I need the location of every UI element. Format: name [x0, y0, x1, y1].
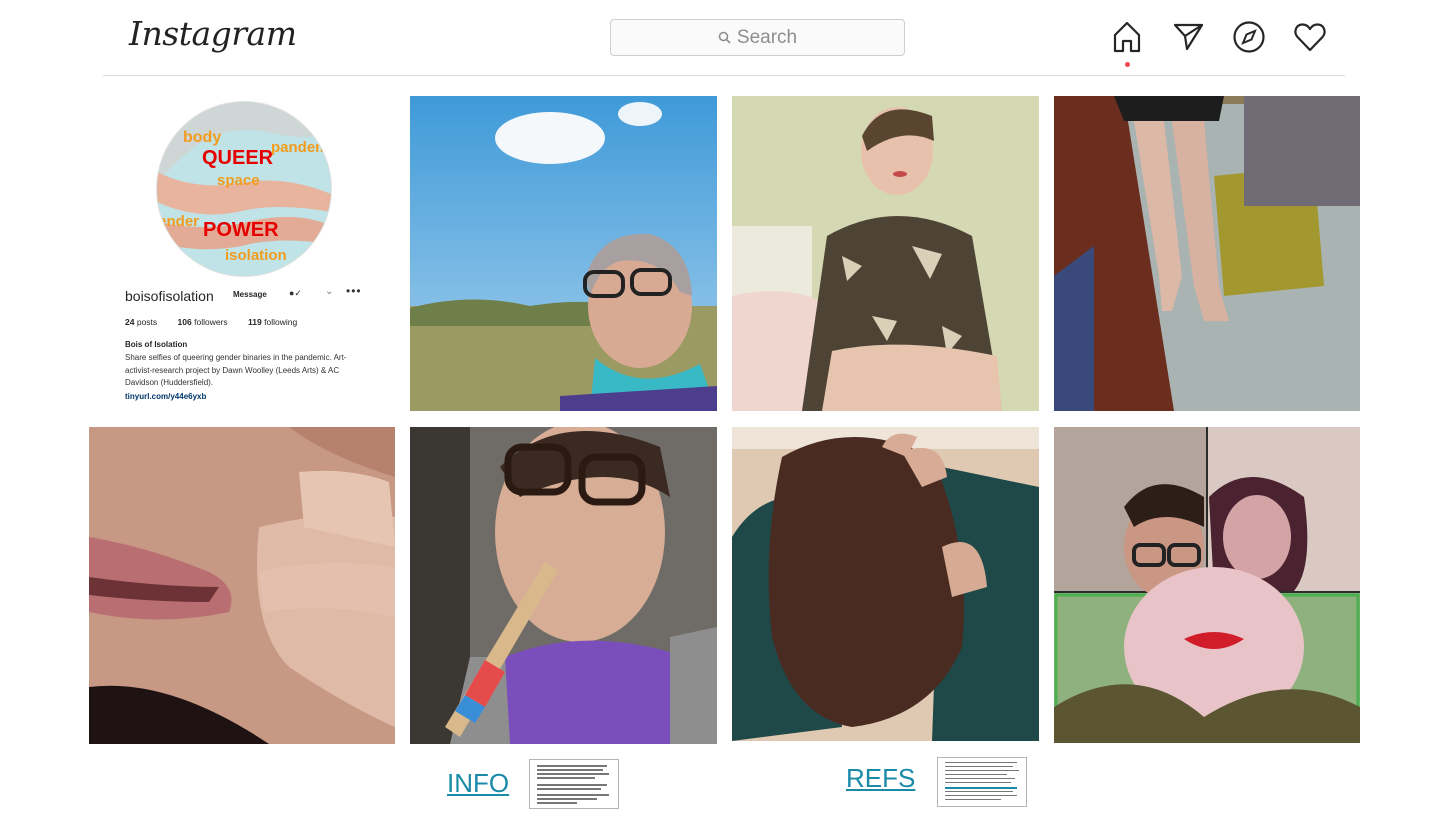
post-legs-in-mirror[interactable]: [1054, 96, 1360, 411]
following-person-icon[interactable]: ●✓: [289, 288, 302, 299]
notification-dot: [1125, 62, 1130, 67]
bio-text: Share selfies of queering gender binarie…: [125, 353, 347, 387]
followers-stat[interactable]: 106 followers: [178, 317, 228, 327]
profile-card: body pandemic QUEER space gender POWER i…: [103, 96, 393, 412]
explore-compass-icon[interactable]: [1231, 20, 1267, 54]
avatar-word-space: space: [217, 172, 260, 189]
following-stat[interactable]: 119 following: [248, 317, 297, 327]
activity-heart-icon[interactable]: [1292, 20, 1328, 54]
refs-document-thumbnail[interactable]: [937, 757, 1027, 807]
refs-link[interactable]: REFS: [846, 763, 915, 794]
post-portrait-with-rainbow-pencil[interactable]: [410, 427, 717, 744]
top-navigation-bar: Instagram Search: [103, 0, 1345, 76]
home-icon[interactable]: [1109, 20, 1145, 54]
avatar-word-pandemic: pandemic: [271, 139, 331, 156]
profile-avatar[interactable]: body pandemic QUEER space gender POWER i…: [156, 101, 332, 277]
post-portrait-in-patterned-shirt[interactable]: [732, 96, 1039, 411]
post-selfie-with-sky-and-field[interactable]: [410, 96, 717, 411]
posts-stat: 24 posts: [125, 317, 158, 327]
avatar-word-isolation: isolation: [225, 247, 287, 264]
message-button[interactable]: Message: [233, 290, 267, 299]
info-link[interactable]: INFO: [447, 768, 509, 799]
post-closeup-lips-and-fingers[interactable]: [89, 427, 395, 744]
direct-message-icon[interactable]: [1170, 20, 1206, 54]
bio-link[interactable]: tinyurl.com/y44e6yxb: [125, 392, 206, 401]
more-options-icon[interactable]: •••: [346, 284, 362, 298]
info-document-thumbnail[interactable]: [529, 759, 619, 809]
profile-username: boisofisolation: [125, 288, 214, 304]
search-icon: [718, 31, 731, 44]
search-placeholder: Search: [736, 26, 798, 48]
chevron-down-icon[interactable]: ⌄: [325, 286, 333, 297]
instagram-logo[interactable]: Instagram: [129, 14, 297, 53]
search-input[interactable]: Search: [610, 19, 905, 56]
post-back-of-head-long-hair[interactable]: [732, 427, 1039, 741]
profile-stats: 24 posts 106 followers 119 following: [125, 317, 315, 327]
bio-name: Bois of Isolation: [125, 340, 188, 349]
avatar-word-queer: QUEER: [202, 147, 274, 169]
avatar-word-body: body: [183, 129, 221, 146]
avatar-word-power: POWER: [203, 219, 279, 241]
post-video-call-collage[interactable]: [1054, 427, 1360, 743]
avatar-word-gender: gender: [157, 213, 199, 230]
